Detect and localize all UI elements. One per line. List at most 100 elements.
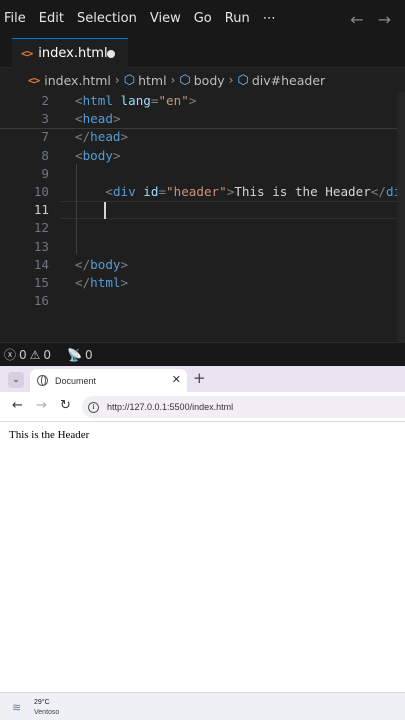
menu-go[interactable]: Go bbox=[188, 0, 219, 38]
line-number: 7 bbox=[41, 129, 49, 145]
breadcrumb-body-label: body bbox=[193, 72, 225, 88]
code-token: > bbox=[120, 275, 129, 290]
chevron-right-icon: › bbox=[170, 73, 176, 87]
code-token: > bbox=[112, 147, 121, 163]
code-line[interactable]: 15 </html> bbox=[0, 274, 405, 292]
problems-indicator[interactable]: ⓧ 0 ⚠ 0 bbox=[4, 346, 51, 363]
code-text: </html> bbox=[75, 274, 128, 292]
browser-tab-strip: ⌄ Document ✕ + bbox=[0, 366, 405, 392]
unsaved-dot-icon[interactable] bbox=[107, 50, 115, 58]
code-line[interactable]: 9 bbox=[0, 165, 405, 183]
browser-tab-title: Document bbox=[55, 375, 97, 386]
status-bar: ⓧ 0 ⚠ 0 📡 0 bbox=[0, 342, 405, 366]
symbol-cube-icon: ⬡ bbox=[179, 72, 191, 88]
breadcrumb-div-header[interactable]: ⬡ div#header bbox=[237, 73, 325, 88]
browser-toolbar: ← → ↻ i http://127.0.0.1:5500/index.html bbox=[0, 392, 405, 422]
code-line[interactable]: 8 <body> bbox=[0, 147, 405, 165]
back-arrow-icon[interactable]: ← bbox=[350, 10, 363, 29]
breadcrumb-html-label: html bbox=[138, 72, 167, 88]
line-number: 3 bbox=[41, 111, 49, 127]
code-token: < bbox=[105, 184, 113, 199]
line-number: 14 bbox=[33, 256, 49, 272]
page-header-text: This is the Header bbox=[9, 429, 90, 441]
code-token: head bbox=[82, 111, 113, 127]
code-token: < bbox=[75, 111, 83, 127]
back-arrow-icon[interactable]: ← bbox=[12, 398, 23, 413]
code-token: > bbox=[188, 93, 197, 108]
code-line[interactable]: 13 bbox=[0, 238, 405, 256]
error-count: 0 bbox=[19, 347, 27, 362]
code-text: <head> bbox=[75, 110, 121, 128]
breadcrumb-html[interactable]: ⬡ html bbox=[124, 73, 167, 88]
code-token: body bbox=[90, 256, 121, 272]
chevron-right-icon: › bbox=[228, 73, 234, 87]
menu-run[interactable]: Run bbox=[219, 0, 257, 38]
line-number: 9 bbox=[41, 165, 49, 181]
info-icon[interactable]: i bbox=[88, 401, 99, 413]
code-editor[interactable]: 2 <html lang="en"> 3 <head> 7 </head> 8 <body> 9… bbox=[0, 92, 405, 342]
code-text: <html lang="en"> bbox=[75, 92, 196, 110]
forward-arrow-icon[interactable]: → bbox=[36, 398, 47, 413]
code-line[interactable]: 16 bbox=[0, 292, 405, 310]
line-number: 11 bbox=[33, 202, 49, 218]
code-line[interactable]: 14 </body> bbox=[0, 256, 405, 274]
code-line[interactable]: 10 <div id="header">This is the Header</… bbox=[0, 183, 405, 201]
reload-icon[interactable]: ↻ bbox=[60, 398, 71, 413]
new-tab-plus-icon[interactable]: + bbox=[193, 369, 206, 387]
ports-count: 0 bbox=[85, 347, 93, 362]
menu-edit[interactable]: Edit bbox=[33, 0, 71, 38]
editor-tab-bar: <> index.html bbox=[0, 38, 405, 68]
ports-indicator[interactable]: 📡 0 bbox=[67, 348, 93, 362]
menu-bar: File Edit Selection View Go Run ⋯ ← → bbox=[0, 0, 405, 38]
code-token: "en" bbox=[158, 93, 189, 108]
wind-weather-icon[interactable]: ≋ bbox=[12, 701, 21, 714]
code-text: </body> bbox=[75, 256, 128, 274]
code-line[interactable]: 3 <head> bbox=[0, 110, 405, 128]
forward-arrow-icon[interactable]: → bbox=[378, 10, 391, 29]
code-token: > bbox=[112, 111, 121, 127]
weather-condition[interactable]: Ventoso bbox=[34, 709, 59, 716]
breadcrumb-file-label: index.html bbox=[44, 72, 111, 88]
symbol-cube-icon: ⬡ bbox=[123, 72, 136, 88]
url-text: http://127.0.0.1:5500/index.html bbox=[107, 402, 234, 412]
menu-view[interactable]: View bbox=[144, 0, 188, 38]
error-icon: ⓧ bbox=[4, 348, 17, 362]
code-line[interactable]: 12 bbox=[0, 219, 405, 237]
code-line[interactable]: 7 </head> bbox=[0, 128, 405, 146]
code-token: id bbox=[143, 184, 159, 199]
warning-icon: ⚠ bbox=[29, 347, 41, 362]
page-viewport: This is the Header bbox=[0, 422, 405, 692]
menu-selection[interactable]: Selection bbox=[71, 0, 144, 38]
code-token: = bbox=[158, 184, 167, 199]
line-number: 8 bbox=[41, 147, 49, 163]
code-token: < bbox=[75, 93, 83, 108]
tab-index-html[interactable]: <> index.html bbox=[12, 38, 128, 68]
close-tab-icon[interactable]: ✕ bbox=[172, 373, 181, 386]
symbol-cube-icon: ⬡ bbox=[237, 72, 249, 88]
code-text: <div id="header">This is the Header</div… bbox=[75, 183, 405, 201]
chevron-right-icon: › bbox=[114, 73, 120, 87]
line-number: 2 bbox=[41, 93, 49, 108]
breadcrumb-body[interactable]: ⬡ body bbox=[179, 73, 224, 88]
menu-more-icon[interactable]: ⋯ bbox=[257, 0, 283, 38]
weather-temperature[interactable]: 29°C bbox=[34, 699, 50, 706]
code-token: body bbox=[82, 147, 113, 163]
menu-file[interactable]: File bbox=[0, 0, 33, 38]
editor-scrollbar[interactable] bbox=[397, 92, 405, 342]
code-token: html bbox=[90, 275, 121, 290]
breadcrumb-div-label: div#header bbox=[251, 72, 326, 88]
breadcrumb-file[interactable]: <> index.html bbox=[28, 73, 111, 88]
code-text: </head> bbox=[75, 128, 128, 146]
code-token: </ bbox=[75, 129, 91, 145]
line-number: 15 bbox=[33, 275, 49, 290]
code-token: head bbox=[90, 129, 121, 145]
code-line[interactable]: 11 bbox=[0, 201, 405, 219]
code-token: < bbox=[75, 147, 83, 163]
browser-tab-document[interactable]: Document ✕ bbox=[30, 369, 187, 392]
code-line[interactable]: 2 <html lang="en"> bbox=[0, 92, 405, 110]
tab-list-chevron-icon[interactable]: ⌄ bbox=[8, 372, 24, 388]
navigation-arrows: ← → bbox=[350, 0, 391, 38]
address-bar[interactable]: i http://127.0.0.1:5500/index.html bbox=[82, 396, 405, 418]
